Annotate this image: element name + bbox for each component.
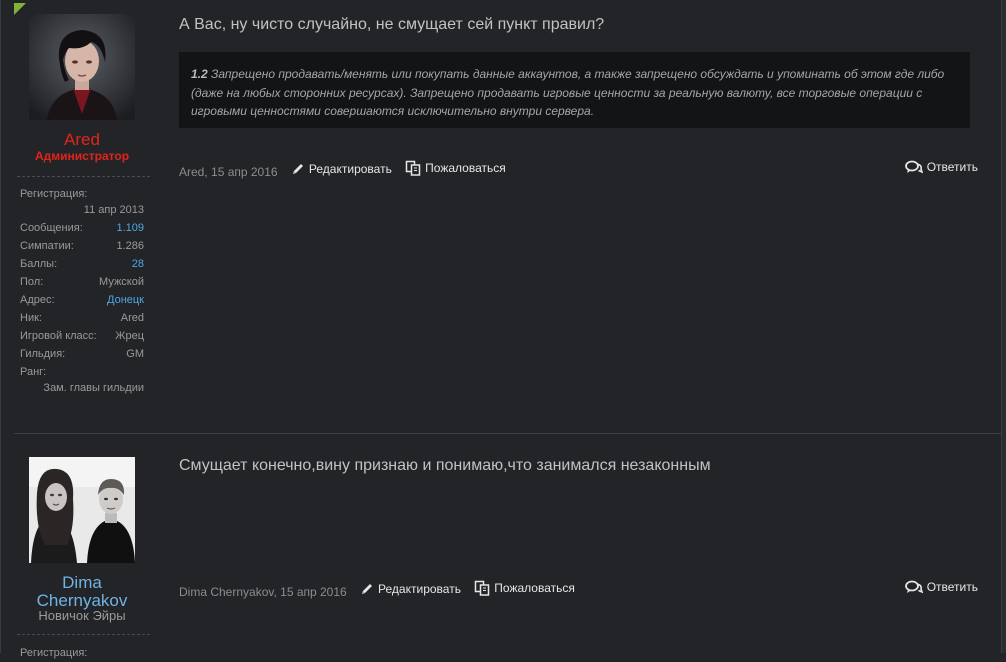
- extra-location-link[interactable]: Донецк: [107, 291, 144, 309]
- message-meta: Ared, 15 апр 2016 Редактировать Пожалова…: [179, 160, 1001, 179]
- message-text: Смущает конечно,вину признаю и понимаю,ч…: [179, 457, 711, 474]
- page-scrollbar-edge[interactable]: [1001, 0, 1006, 653]
- reply-bubble-icon: [904, 160, 923, 174]
- avatar-image: [29, 14, 135, 120]
- extra-points: Баллы: 28: [20, 255, 144, 273]
- extra-key: Ник:: [20, 312, 42, 324]
- edit-label: Редактировать: [378, 582, 461, 596]
- post-ared: Ared Администратор Регистрация: 11 апр 2…: [14, 0, 1001, 433]
- extra-value: 11 апр 2013: [83, 204, 144, 216]
- rule-text: Запрещено продавать/менять или покупать …: [191, 67, 945, 118]
- post-author-date[interactable]: Dima Chernyakov, 15 апр 2016: [179, 585, 347, 599]
- pencil-icon: [292, 164, 303, 174]
- report-button[interactable]: Пожаловаться: [474, 580, 575, 596]
- extra-guild: Гильдия: GM: [20, 345, 144, 363]
- avatar[interactable]: [29, 457, 135, 563]
- extra-value: GM: [126, 348, 144, 360]
- username-line-1: Dima: [62, 573, 102, 592]
- edit-button[interactable]: Редактировать: [360, 582, 461, 596]
- extra-class: Игровой класс: Жрец: [20, 327, 144, 345]
- extra-nick: Ник: Ared: [20, 309, 144, 327]
- post-dima-chernyakov: Dima Chernyakov Новичок Эйры Регистрация…: [14, 434, 1001, 659]
- extra-likes: Симпатии: 1.286: [20, 237, 144, 255]
- message-meta: Dima Chernyakov, 15 апр 2016 Редактирова…: [179, 580, 1001, 599]
- extra-key: Игровой класс:: [20, 330, 97, 342]
- extra-key: Сообщения:: [20, 222, 83, 234]
- avatar-image: [29, 457, 135, 563]
- rule-number: 1.2: [191, 67, 208, 81]
- user-title: Администратор: [34, 149, 130, 163]
- page-left-border: [0, 0, 1, 653]
- username[interactable]: Dima Chernyakov: [14, 574, 150, 610]
- extra-value: Жрец: [115, 330, 144, 342]
- user-info-separator: [17, 176, 150, 177]
- reply-label: Ответить: [926, 580, 978, 594]
- extra-value: Мужской: [99, 276, 144, 288]
- extra-key: Ранг:: [20, 366, 47, 378]
- pencil-icon: [362, 584, 373, 594]
- report-copy-icon: [475, 580, 490, 596]
- extra-key: Регистрация:: [20, 647, 88, 659]
- extra-registration: Регистрация: 11 апр 2013: [20, 185, 144, 219]
- report-button[interactable]: Пожаловаться: [405, 160, 506, 176]
- extra-location: Адрес: Донецк: [20, 291, 144, 309]
- extra-key: Гильдия:: [20, 348, 66, 360]
- post-author-date[interactable]: Ared, 15 апр 2016: [179, 165, 278, 179]
- message-content: А Вас, ну чисто случайно, не смущает сей…: [179, 0, 1001, 433]
- user-info-separator: [17, 634, 150, 635]
- extra-value: 1.286: [116, 240, 144, 252]
- user-extra-info: Регистрация: 11 апр 2013 Сообщения: 1.10…: [20, 185, 144, 397]
- rules-quote-block: 1.2 Запрещено продавать/менять или покуп…: [179, 52, 970, 128]
- extra-key: Регистрация:: [20, 188, 88, 200]
- extra-value: Зам. главы гильдии: [43, 382, 144, 394]
- extra-registration: Регистрация:: [20, 644, 144, 662]
- user-title: Новичок Эйры: [38, 608, 126, 623]
- reply-label: Ответить: [926, 160, 978, 174]
- report-label: Пожаловаться: [425, 161, 506, 175]
- extra-messages-link[interactable]: 1.109: [116, 219, 144, 237]
- report-label: Пожаловаться: [494, 581, 575, 595]
- extra-key: Пол:: [20, 276, 44, 288]
- message-content: Смущает конечно,вину признаю и понимаю,ч…: [179, 434, 1001, 653]
- extra-key: Адрес:: [20, 294, 55, 306]
- edit-label: Редактировать: [308, 162, 392, 176]
- extra-points-link[interactable]: 28: [132, 255, 144, 273]
- avatar[interactable]: [29, 14, 135, 120]
- edit-button[interactable]: Редактировать: [291, 162, 392, 176]
- reply-button[interactable]: Ответить: [904, 160, 978, 174]
- reply-bubble-icon: [904, 580, 923, 594]
- user-extra-info: Регистрация:: [20, 644, 144, 662]
- reply-button[interactable]: Ответить: [904, 580, 978, 594]
- extra-gender: Пол: Мужской: [20, 273, 144, 291]
- message-text: А Вас, ну чисто случайно, не смущает сей…: [179, 16, 605, 33]
- report-copy-icon: [405, 160, 421, 176]
- extra-messages: Сообщения: 1.109: [20, 219, 144, 237]
- extra-value: Ared: [120, 312, 144, 324]
- extra-key: Симпатии:: [20, 240, 74, 252]
- username[interactable]: Ared: [14, 131, 150, 149]
- extra-key: Баллы:: [20, 258, 58, 270]
- extra-rank: Ранг: Зам. главы гильдии: [20, 363, 144, 397]
